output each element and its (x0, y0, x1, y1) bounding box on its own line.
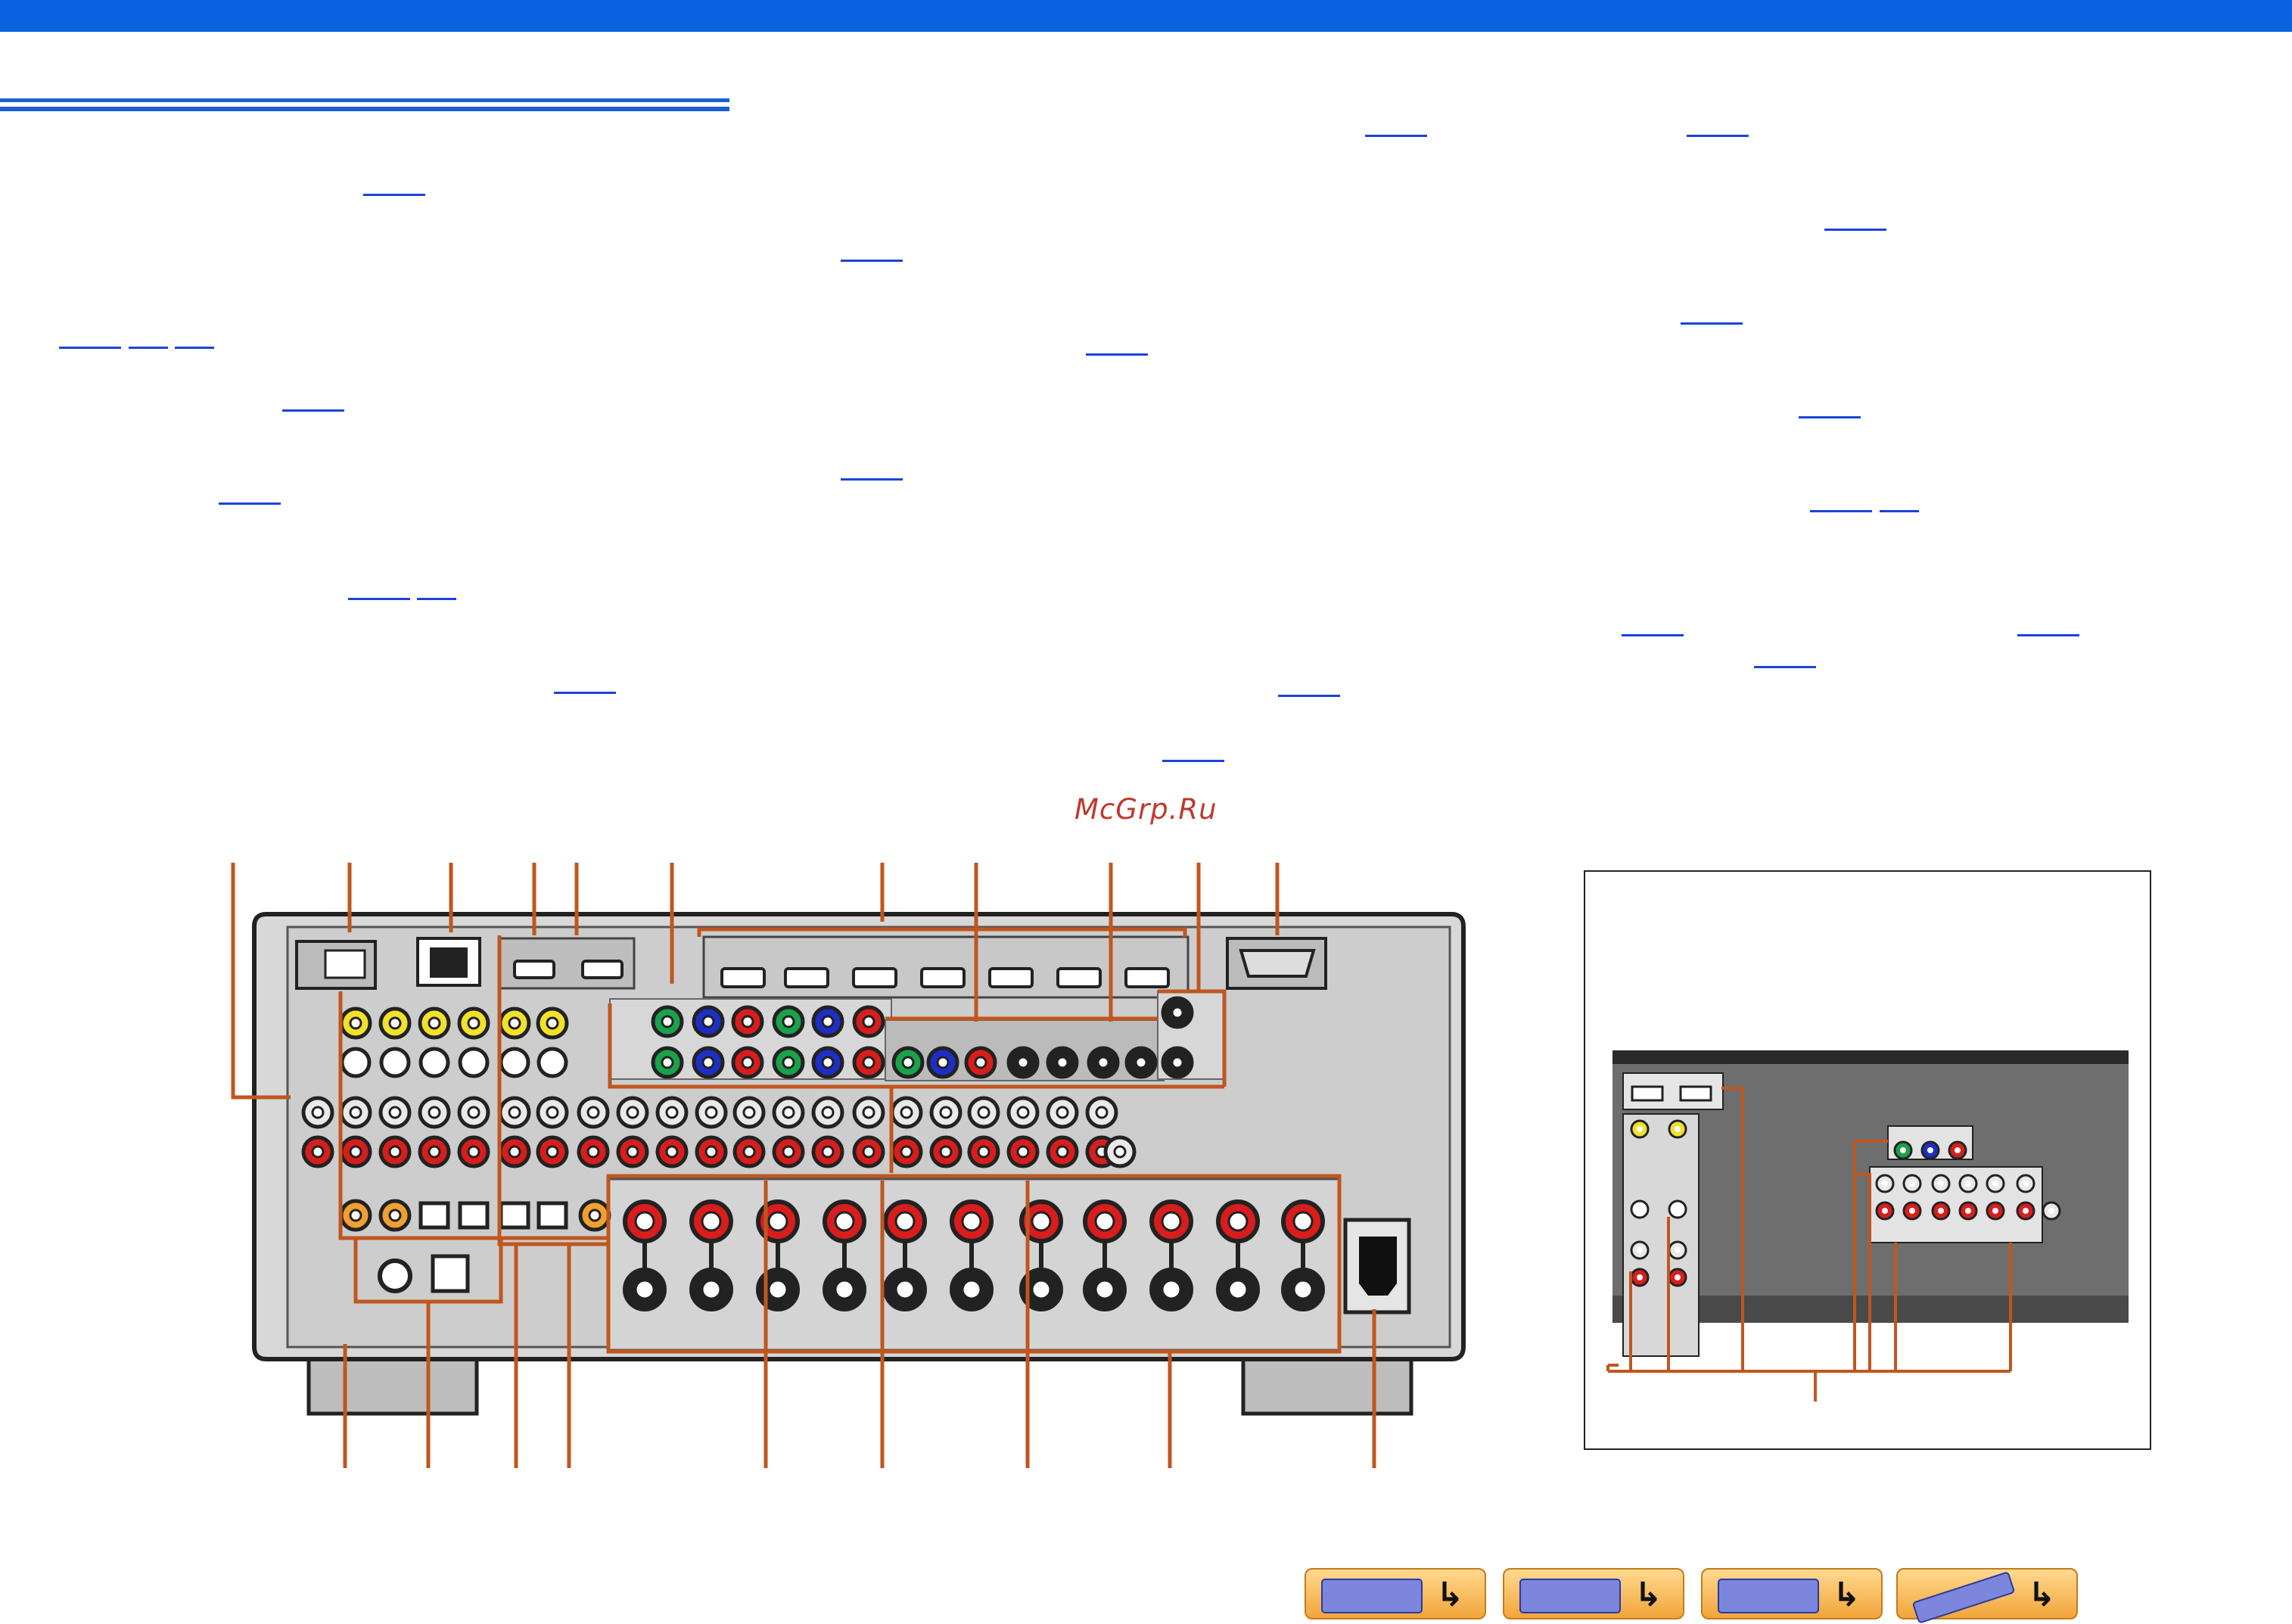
inset-diagram (1606, 1050, 2129, 1402)
s-video-jack (536, 1047, 568, 1078)
display-icon (1718, 1579, 1819, 1613)
hdmi-out-port (581, 960, 624, 979)
nav-rear-panel-button[interactable]: ↳ (1503, 1568, 1684, 1619)
antenna-jack (378, 1258, 412, 1293)
left-foot (306, 1352, 479, 1416)
jump-arrow-icon: ↳ (1634, 1576, 1662, 1614)
rear-panel-icon (1519, 1579, 1621, 1613)
nav-remote-button[interactable]: ↳ (1896, 1568, 2078, 1624)
optical-jack (499, 1201, 530, 1230)
jump-arrow-icon: ↳ (2028, 1576, 2056, 1614)
hdmi-in-port (1124, 967, 1170, 988)
front-panel-icon (1321, 1579, 1423, 1613)
inset-audio-block (1869, 1166, 2043, 1243)
s-video-jack (499, 1047, 530, 1078)
network-port-inner (430, 947, 468, 978)
hdmi-out-port (513, 960, 555, 979)
hdmi-in-port (988, 967, 1034, 988)
jump-arrow-icon: ↳ (1833, 1576, 1861, 1614)
jump-arrow-icon: ↳ (1436, 1576, 1464, 1614)
s-video-jack (458, 1047, 490, 1078)
rs232-connector (1239, 949, 1316, 978)
optical-jack (458, 1201, 490, 1230)
nav-display-button[interactable]: ↳ (1701, 1568, 1883, 1619)
hdmi-in-port (920, 967, 966, 988)
hdmi-in-port (720, 967, 766, 988)
s-video-jack (418, 1047, 450, 1078)
remote-control-icon (1911, 1571, 2016, 1624)
hdmi-in-port (1056, 967, 1102, 988)
optical-jack (536, 1201, 568, 1230)
hdmi-in-port (852, 967, 897, 988)
optical-jack (418, 1201, 450, 1230)
inset-frame (1584, 870, 2151, 1450)
nav-front-panel-button[interactable]: ↳ (1305, 1568, 1486, 1619)
s-video-jack (340, 1047, 372, 1078)
inset-video-block (1622, 1113, 1700, 1357)
hdmi-in-port (784, 967, 829, 988)
dock-port-inner (324, 949, 366, 979)
am-fm-terminal (431, 1254, 470, 1293)
right-foot (1241, 1352, 1413, 1416)
ac-inlet-socket (1359, 1237, 1397, 1296)
s-video-jack (379, 1047, 411, 1078)
